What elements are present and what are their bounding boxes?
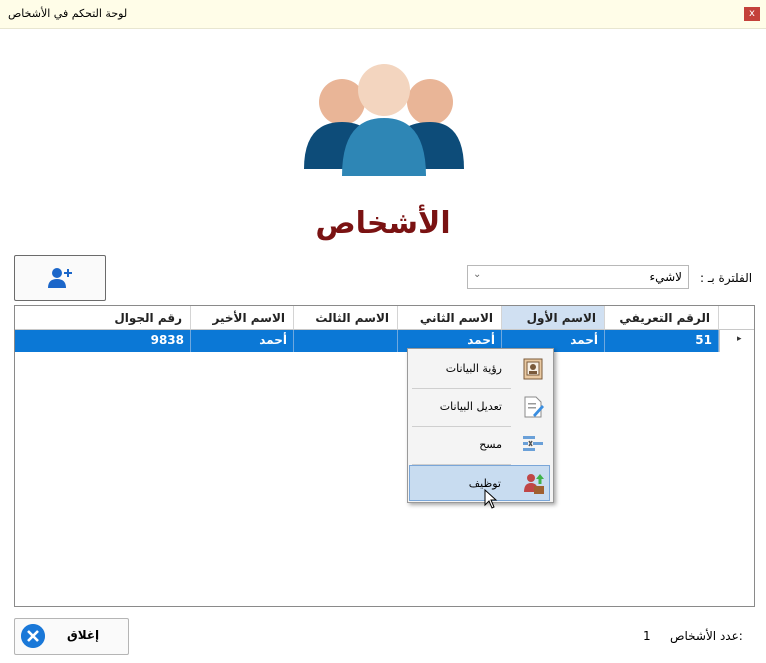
title-bar: لوحة التحكم في الأشخاص x [0, 0, 766, 29]
add-user-icon [48, 268, 72, 288]
menu-item-hire[interactable]: توظيف [409, 465, 550, 501]
column-header-phone[interactable]: رقم الجوال [15, 306, 191, 330]
row-marker-icon: ▸ [737, 334, 742, 344]
context-menu: رؤية البيانات تعديل البيانات مسح توظيف [407, 348, 554, 503]
filter-label: الفلترة بـ : [700, 271, 753, 285]
window-close-button[interactable]: x [744, 7, 760, 21]
delete-list-icon [523, 436, 543, 451]
menu-item-delete[interactable]: مسح [409, 427, 550, 463]
hire-person-icon [524, 474, 544, 494]
window-title: لوحة التحكم في الأشخاص [8, 7, 128, 20]
cell-phone[interactable]: 9838 [15, 330, 191, 352]
menu-item-edit-data[interactable]: تعديل البيانات [409, 389, 550, 425]
edit-document-icon [524, 396, 544, 418]
row-selector[interactable]: ▸ [719, 330, 754, 352]
people-count-label: عدد الأشخاص: [670, 629, 743, 643]
filter-selected-value: لاشيء [649, 270, 682, 284]
close-button[interactable]: إغلاق [14, 618, 129, 655]
column-header-first-name[interactable]: الاسم الأول [502, 306, 605, 330]
column-header-last-name[interactable]: الاسم الأخير [191, 306, 294, 330]
people-grid[interactable]: الرقم التعريفي الاسم الأول الاسم الثاني … [14, 305, 755, 607]
people-group-icon [304, 64, 464, 176]
id-card-icon [523, 358, 543, 380]
add-person-button[interactable] [14, 255, 106, 301]
cell-last-name[interactable]: أحمد [191, 330, 294, 352]
table-row[interactable]: 51 أحمد أحمد أحمد 9838 ▸ [15, 330, 754, 352]
menu-item-view-data[interactable]: رؤية البيانات [409, 351, 550, 387]
cell-id[interactable]: 51 [605, 330, 719, 352]
row-header-corner [719, 306, 754, 330]
column-header-second-name[interactable]: الاسم الثاني [398, 306, 502, 330]
mouse-cursor-icon [484, 489, 498, 509]
page-title: الأشخاص [315, 206, 451, 241]
close-circle-icon [21, 624, 45, 648]
filter-dropdown[interactable]: لاشيء ⌄ [467, 265, 689, 289]
people-count-value: 1 [643, 629, 651, 643]
column-header-id[interactable]: الرقم التعريفي [605, 306, 719, 330]
cell-third-name[interactable] [294, 330, 398, 352]
close-button-label: إغلاق [67, 628, 100, 642]
chevron-down-icon: ⌄ [473, 269, 482, 280]
column-header-third-name[interactable]: الاسم الثالث [294, 306, 398, 330]
